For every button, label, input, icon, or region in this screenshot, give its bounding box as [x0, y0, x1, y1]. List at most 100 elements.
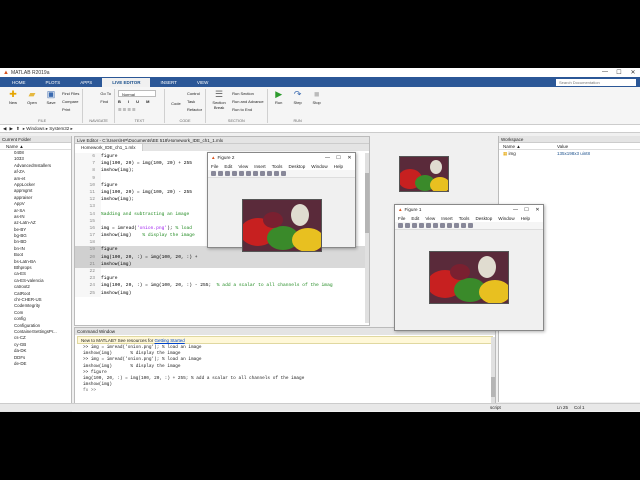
getting-started-link[interactable]: Getting Started	[154, 338, 184, 343]
tab-home[interactable]: HOME	[2, 78, 36, 87]
save-button[interactable]: ▣ Save	[43, 89, 59, 123]
figure2-menu-window[interactable]: Window	[311, 164, 327, 169]
section-break-button[interactable]: ☰ Section Break	[209, 89, 229, 123]
run-button[interactable]: ▶ Run	[271, 89, 287, 123]
stop-button[interactable]: ■ Stop	[309, 89, 325, 123]
bold-italic-buttons[interactable]: B I U M	[118, 98, 156, 105]
navigate-group-label: NAVIGATE	[89, 119, 108, 123]
figure1-menu-help[interactable]: Help	[521, 216, 530, 221]
figure2-menu-view[interactable]: View	[238, 164, 248, 169]
figure1-menu-window[interactable]: Window	[498, 216, 514, 221]
command-prompt[interactable]: fx >>	[75, 388, 495, 394]
figure-1-toolbar[interactable]	[395, 222, 543, 230]
code-line[interactable]: 23 figure	[75, 275, 369, 283]
step-icon: ↷	[293, 89, 302, 99]
figure1-menu-edit[interactable]: Edit	[411, 216, 419, 221]
figure2-menu-insert[interactable]: Insert	[254, 164, 266, 169]
find-button[interactable]: Find	[100, 98, 111, 105]
folder-item[interactable]: de-DE	[0, 361, 71, 367]
figure-1-close[interactable]: ✕	[532, 207, 543, 213]
figure-2-close[interactable]: ✕	[344, 155, 355, 161]
minimize-button[interactable]: —	[598, 69, 612, 76]
run-to-end-button[interactable]: Run to End	[232, 106, 264, 113]
figure2-menu-tools[interactable]: Tools	[272, 164, 283, 169]
figure1-menu-tools[interactable]: Tools	[459, 216, 470, 221]
code-token: img = imread(	[101, 225, 137, 231]
task-button[interactable]: Task	[187, 98, 202, 105]
command-output: >> img = imread('onion.png'); % load an …	[75, 345, 495, 388]
code-button[interactable]: Code	[168, 89, 184, 123]
figure-1-window[interactable]: ▲ Figure 1 — ☐ ✕ File Edit View Insert Tools…	[394, 204, 544, 331]
code-text: img = imread('onion.png'); % load	[101, 225, 192, 232]
editor-scrollbar[interactable]	[365, 153, 369, 323]
workspace-title: Workspace	[499, 136, 640, 143]
tab-live-editor[interactable]: LIVE EDITOR	[102, 78, 151, 87]
text-style-dropdown[interactable]: Normal	[117, 90, 156, 97]
search-documentation-input[interactable]: Search Documentation	[556, 79, 636, 86]
figure-2-maximize[interactable]: ☐	[333, 155, 344, 161]
control-button[interactable]: Control	[187, 90, 202, 97]
run-group-label: RUN	[293, 119, 302, 123]
list-buttons[interactable]: ☰ ☰ ☰ ☰	[118, 106, 156, 113]
compare-button[interactable]: Compare	[62, 98, 79, 105]
figure-2-image	[242, 199, 322, 252]
tab-apps[interactable]: APPS	[70, 78, 102, 87]
line-number: 22	[75, 268, 101, 276]
figure-1-image	[429, 251, 509, 304]
address-bar[interactable]: ◀ ▶ ⬆ ▸ Windows ▸ System32 ▸	[0, 125, 640, 133]
close-button[interactable]: ✕	[626, 69, 640, 76]
line-number: 18	[75, 239, 101, 247]
find-files-button[interactable]: Find Files	[62, 90, 79, 97]
figure1-menu-insert[interactable]: Insert	[441, 216, 453, 221]
back-icon[interactable]: ◀	[3, 126, 6, 132]
run-and-advance-button[interactable]: Run and Advance	[232, 98, 264, 105]
figure2-menu-edit[interactable]: Edit	[224, 164, 232, 169]
workspace-value-header[interactable]: Value	[557, 143, 568, 149]
maximize-button[interactable]: ☐	[612, 69, 626, 76]
figure2-menu-help[interactable]: Help	[334, 164, 343, 169]
code-line[interactable]: 21 imshow(img)	[75, 260, 369, 268]
command-scrollbar[interactable]	[491, 337, 495, 405]
line-number: 14	[75, 210, 101, 218]
code-line[interactable]: 22	[75, 268, 369, 276]
figure-2-toolbar[interactable]	[208, 170, 355, 178]
figure1-menu-view[interactable]: View	[425, 216, 435, 221]
line-number: 21	[75, 260, 101, 268]
figure-1-maximize[interactable]: ☐	[521, 207, 532, 213]
new-to-matlab-bar: New to MATLAB? See resources for Getting…	[77, 336, 493, 344]
run-section-button[interactable]: Run Section	[232, 90, 264, 97]
new-button[interactable]: ✚ New	[5, 89, 21, 123]
go-to-button[interactable]: Go To	[100, 90, 111, 97]
line-number: 23	[75, 275, 101, 283]
step-button[interactable]: ↷ Step	[290, 89, 306, 123]
figure2-menu-file[interactable]: File	[211, 164, 218, 169]
tab-insert[interactable]: INSERT	[150, 78, 186, 87]
forward-icon[interactable]: ▶	[9, 126, 12, 132]
line-number: 20	[75, 253, 101, 261]
print-button[interactable]: Print	[62, 106, 79, 113]
code-token: imshow(img);	[101, 168, 135, 174]
up-folder-icon[interactable]: ⬆	[16, 126, 20, 132]
code-token: figure	[101, 276, 118, 282]
code-token: img(100, 20, :) = img(100, 20, :) - 255;	[101, 283, 217, 289]
figure-icon: ▲	[211, 155, 216, 160]
code-line[interactable]: 25 imshow(img)	[75, 289, 369, 297]
code-text: img(100, 20, :) = img(100, 20, :) - 255;…	[101, 282, 333, 289]
figure-2-window[interactable]: ▲ Figure 2 — ☐ ✕ File Edit View Insert Tools…	[207, 152, 356, 252]
figure1-menu-file[interactable]: File	[398, 216, 405, 221]
figure2-menu-desktop[interactable]: Desktop	[288, 164, 305, 169]
workspace-name-header[interactable]: Name ▲	[503, 143, 557, 149]
workspace-var-row[interactable]: ▦ img 135x198x3 uint8	[499, 150, 640, 157]
tab-plots[interactable]: PLOTS	[36, 78, 71, 87]
figure1-menu-desktop[interactable]: Desktop	[475, 216, 492, 221]
code-line[interactable]: 20 img(100, 20, :) = img(100, 20, :) +	[75, 253, 369, 261]
editor-tab-homework[interactable]: Homework_IDE_ch1_1.mlx	[75, 144, 143, 151]
refactor-button[interactable]: Refactor	[187, 106, 202, 113]
open-button[interactable]: ▰ Open	[24, 89, 40, 123]
figure-1-minimize[interactable]: —	[510, 207, 521, 213]
line-number: 8	[75, 167, 101, 175]
figure-2-minimize[interactable]: —	[322, 155, 333, 161]
name-column-header[interactable]: Name ▲	[0, 143, 71, 150]
code-line[interactable]: 24 img(100, 20, :) = img(100, 20, :) - 25…	[75, 282, 369, 290]
tab-view[interactable]: VIEW	[187, 78, 219, 87]
